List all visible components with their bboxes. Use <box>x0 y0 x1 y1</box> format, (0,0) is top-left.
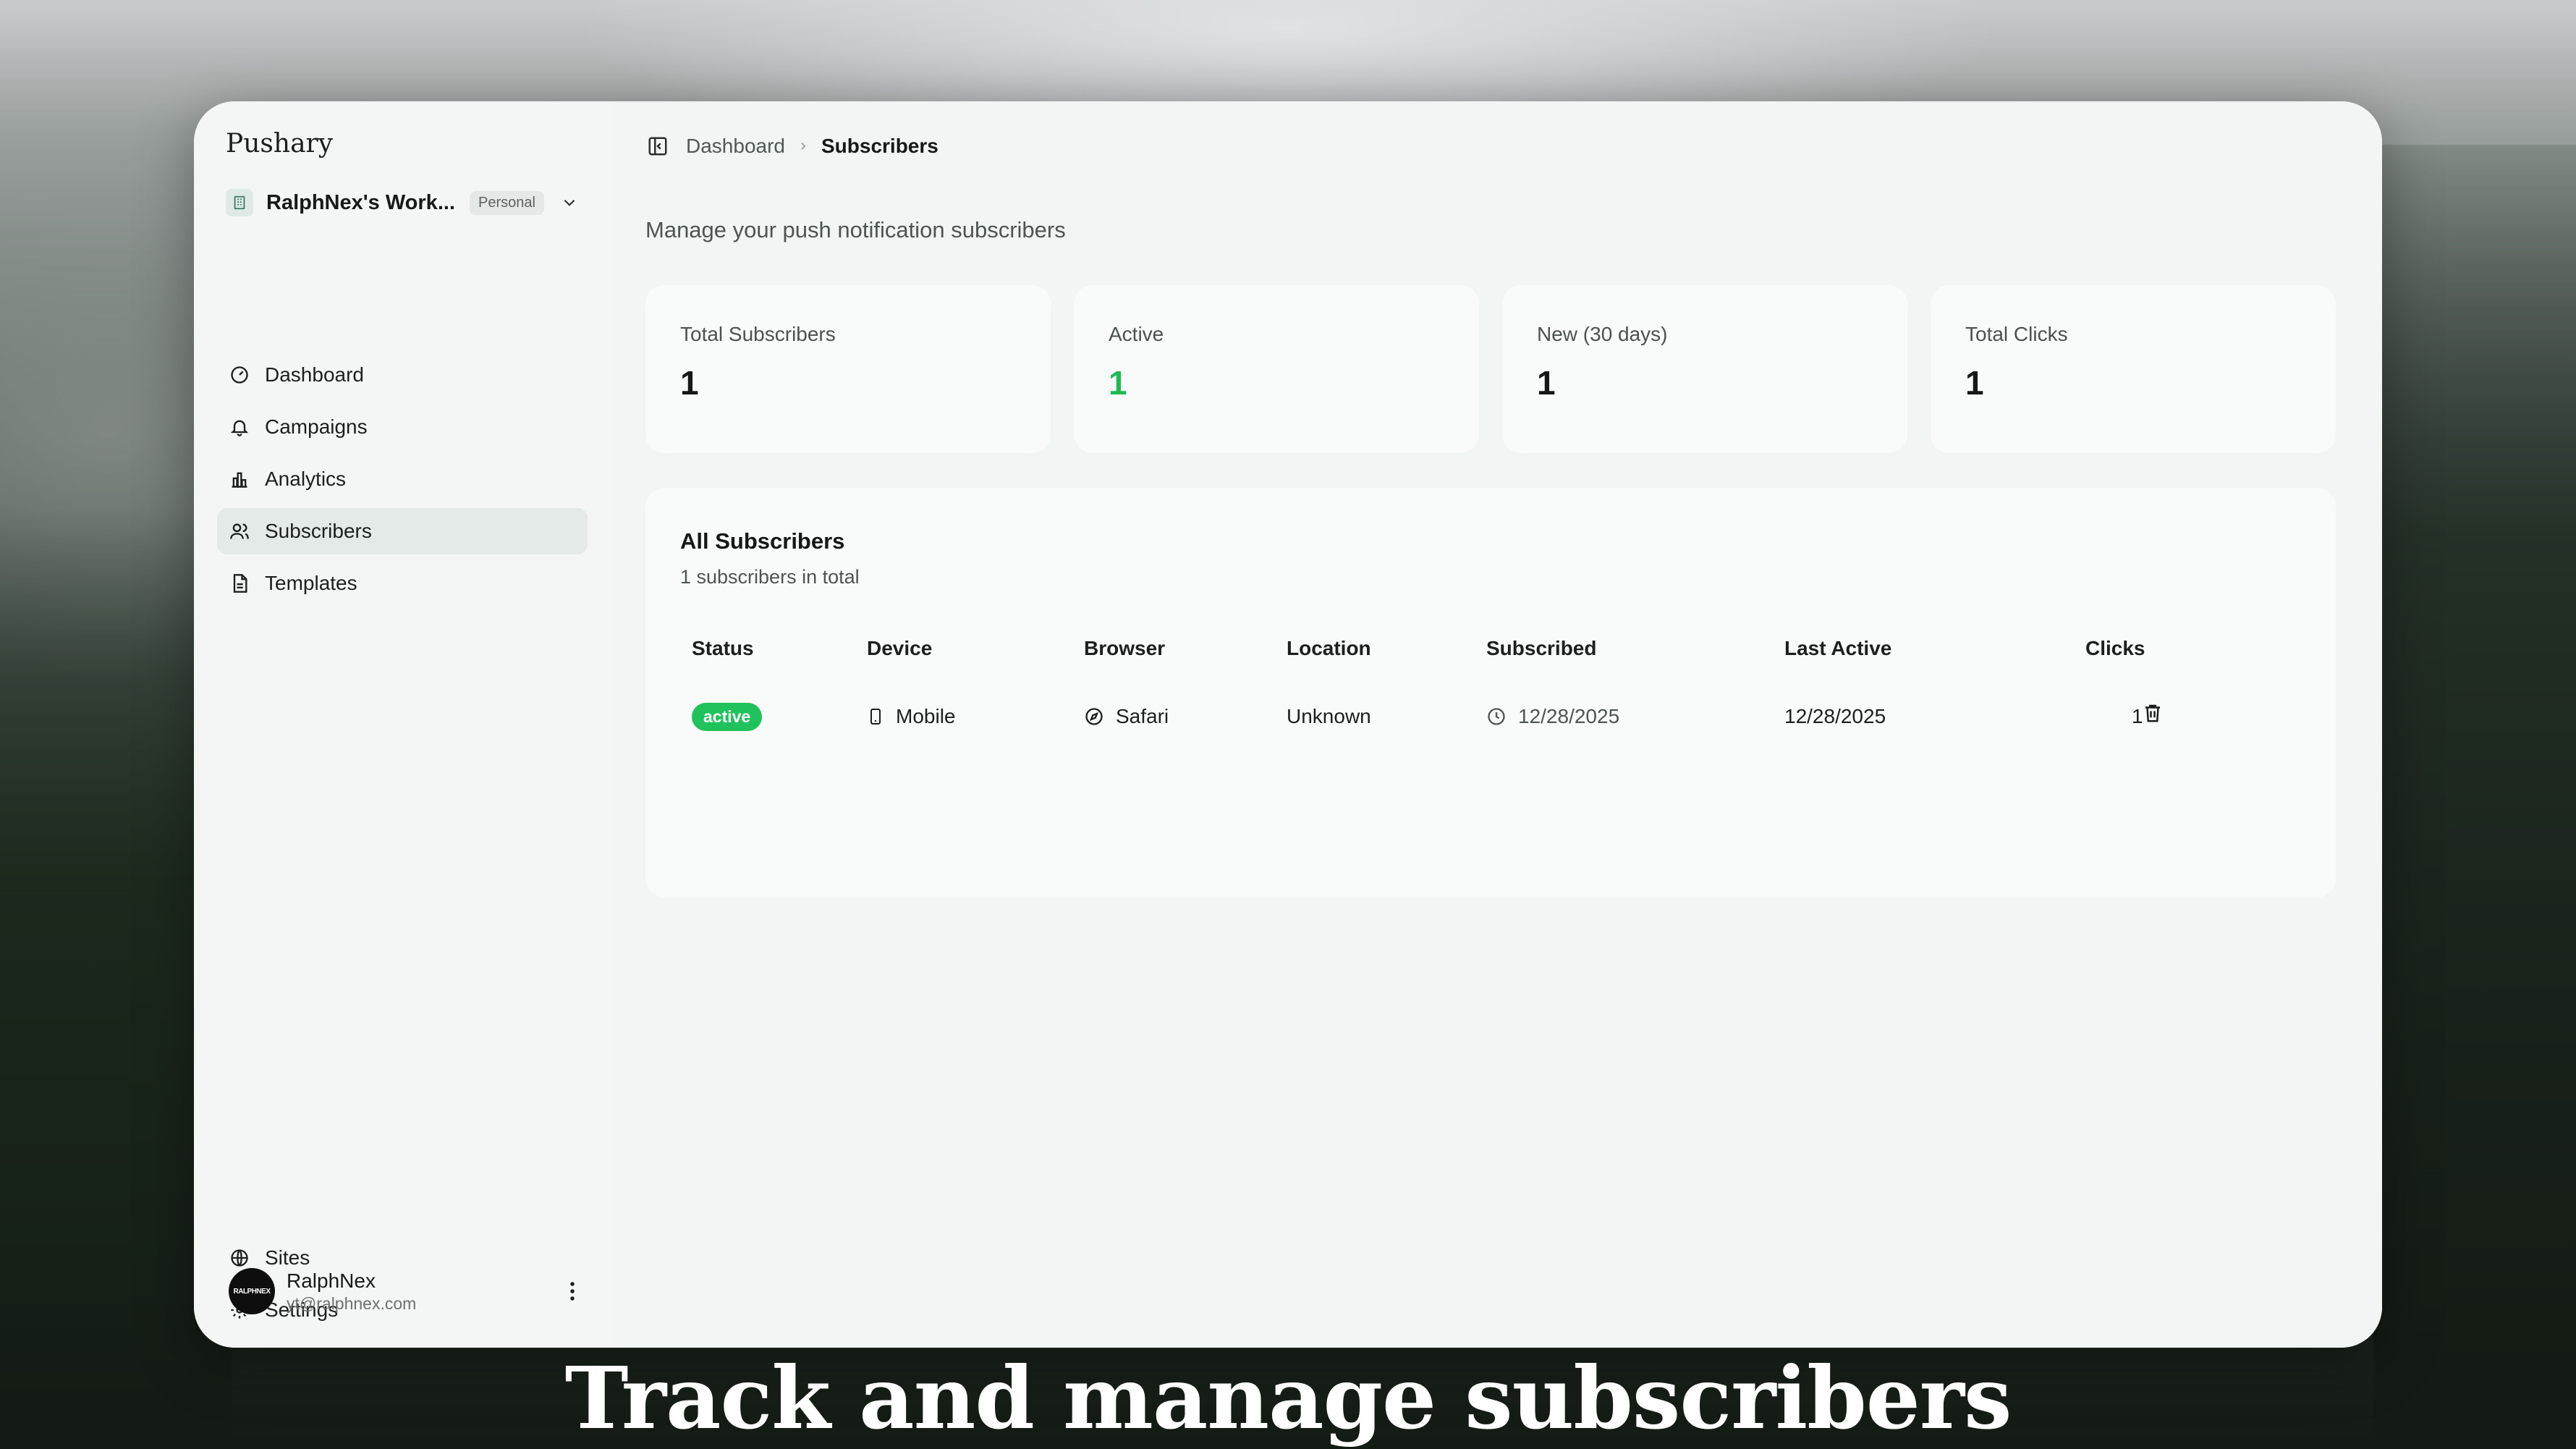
panel-subtitle: 1 subscribers in total <box>680 566 860 588</box>
stat-card-total-subscribers: Total Subscribers 1 <box>645 285 1051 453</box>
more-vertical-icon[interactable] <box>569 1280 576 1302</box>
page-subtitle: Manage your push notification subscriber… <box>645 217 1066 242</box>
breadcrumb-link-dashboard[interactable]: Dashboard <box>686 135 785 158</box>
chevron-right-icon <box>797 140 810 153</box>
sidebar-item-label: Dashboard <box>265 363 364 386</box>
user-name: RalphNex <box>287 1269 376 1292</box>
sidebar-item-templates[interactable]: Templates <box>217 560 588 607</box>
column-header-browser[interactable]: Browser <box>1084 637 1165 660</box>
promo-caption: Track and manage subscribers <box>564 1348 2012 1448</box>
user-email: yt@ralphnex.com <box>287 1293 417 1313</box>
column-header-location[interactable]: Location <box>1287 637 1371 660</box>
app-window: Pushary RalphNex's Work... Personal Dash… <box>194 101 2382 1348</box>
smartphone-icon <box>867 706 884 727</box>
stat-label: Active <box>1109 323 1164 345</box>
breadcrumb: Dashboard Subscribers <box>647 132 939 161</box>
last-active-cell: 12/28/2025 <box>1784 701 1886 732</box>
subscribed-cell: 12/28/2025 <box>1486 701 1619 732</box>
sidebar-item-subscribers[interactable]: Subscribers <box>217 508 588 554</box>
sidebar-nav: Dashboard Campaigns Analytics Subscriber… <box>217 352 588 612</box>
workspace-name: RalphNex's Work... <box>266 190 455 214</box>
sidebar-item-campaigns[interactable]: Campaigns <box>217 404 588 450</box>
background-trees-right <box>2373 145 2576 1449</box>
sidebar-item-dashboard[interactable]: Dashboard <box>217 352 588 398</box>
sidebar-item-analytics[interactable]: Analytics <box>217 456 588 502</box>
stat-label: Total Subscribers <box>680 323 836 345</box>
column-header-clicks[interactable]: Clicks <box>2085 637 2145 660</box>
sidebar-item-label: Templates <box>265 572 357 594</box>
last-active-value: 12/28/2025 <box>1784 705 1886 727</box>
stat-label: New (30 days) <box>1537 323 1668 345</box>
stat-value: 1 <box>1965 364 1984 402</box>
device-cell: Mobile <box>867 701 955 732</box>
column-header-subscribed[interactable]: Subscribed <box>1486 637 1596 660</box>
stat-card-total-clicks: Total Clicks 1 <box>1931 285 2336 453</box>
device-value: Mobile <box>896 705 956 727</box>
trash-icon[interactable] <box>2142 702 2164 724</box>
sidebar: Pushary RalphNex's Work... Personal Dash… <box>194 101 611 1348</box>
location-cell: Unknown <box>1287 701 1371 732</box>
location-value: Unknown <box>1287 705 1371 727</box>
column-header-last-active[interactable]: Last Active <box>1784 637 1891 660</box>
subscribed-value: 12/28/2025 <box>1518 705 1620 727</box>
gauge-icon <box>229 364 250 386</box>
column-header-status[interactable]: Status <box>692 637 754 660</box>
subscribers-table-panel: All Subscribers 1 subscribers in total S… <box>645 488 2336 897</box>
status-cell: active <box>692 701 763 732</box>
bar-chart-icon <box>229 468 250 490</box>
bell-icon <box>229 416 250 438</box>
column-header-device[interactable]: Device <box>867 637 932 660</box>
stat-value: 1 <box>1109 364 1127 402</box>
sidebar-toggle-icon[interactable] <box>647 135 669 157</box>
stat-label: Total Clicks <box>1965 323 2068 345</box>
status-badge: active <box>692 702 763 731</box>
avatar: RALPHNEX <box>229 1268 275 1314</box>
main-content: Dashboard Subscribers Manage your push n… <box>611 101 2382 1348</box>
user-account-menu[interactable]: RALPHNEX RalphNex yt@ralphnex.com <box>229 1262 590 1320</box>
browser-value: Safari <box>1116 705 1169 727</box>
workspace-switcher[interactable]: RalphNex's Work... Personal <box>226 182 588 223</box>
stat-card-new-30-days: New (30 days) 1 <box>1502 285 1907 453</box>
chevron-down-icon <box>560 193 579 212</box>
clock-icon <box>1486 706 1507 727</box>
stat-card-active: Active 1 <box>1074 285 1479 453</box>
breadcrumb-current: Subscribers <box>821 135 939 157</box>
sidebar-item-label: Subscribers <box>265 520 372 542</box>
sidebar-item-label: Campaigns <box>265 415 368 438</box>
file-text-icon <box>229 573 250 594</box>
panel-title: All Subscribers <box>680 528 845 554</box>
stat-value: 1 <box>680 364 699 402</box>
browser-cell: Safari <box>1084 701 1169 732</box>
users-icon <box>229 520 250 542</box>
stat-value: 1 <box>1537 364 1556 402</box>
compass-icon <box>1084 706 1104 727</box>
building-icon <box>226 189 253 216</box>
brand-logo-text: Pushary <box>226 129 334 159</box>
workspace-plan-badge: Personal <box>470 190 544 215</box>
sidebar-item-label: Analytics <box>265 468 347 490</box>
